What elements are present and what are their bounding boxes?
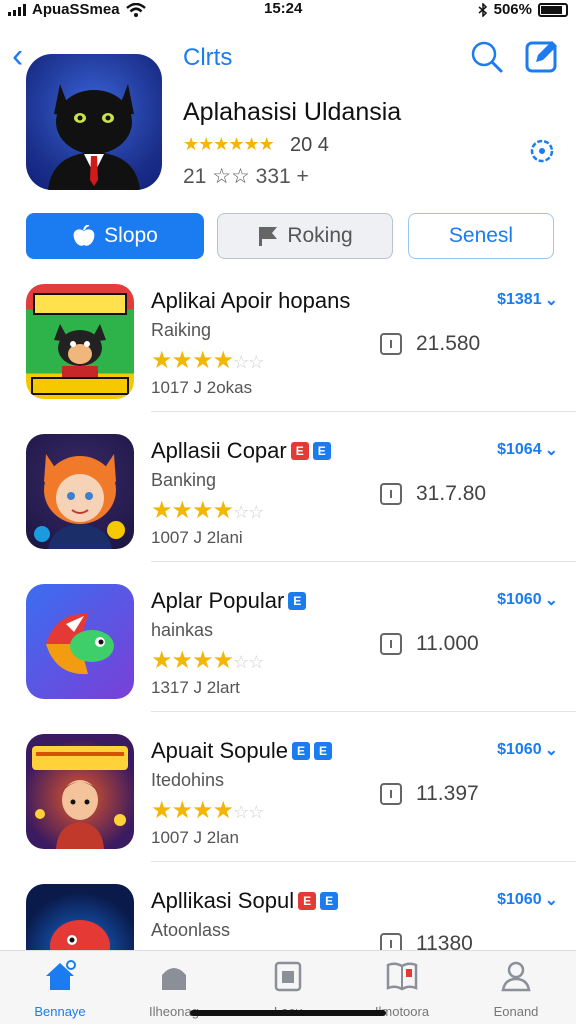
segment-label-3: Senesl [448, 224, 514, 247]
app-list-item[interactable]: Apuait Sopule E E Itedohins ★★★★☆☆ 1007 J … [0, 712, 576, 862]
download-box-icon [380, 633, 402, 655]
header-app-icon[interactable] [26, 54, 162, 190]
person-icon [501, 961, 531, 992]
app-list-item[interactable]: Apllasii Copar E E Banking ★★★★☆☆ 1007 J 2… [0, 412, 576, 562]
app-list-item[interactable]: Aplar Popular E hainkas ★★★★☆☆ 1317 J 2la… [0, 562, 576, 712]
cat-mascot-illustration [48, 84, 140, 190]
fish-logo-illustration [46, 613, 114, 675]
flag-icon [259, 227, 278, 246]
hero-character-illustration [32, 746, 128, 849]
rating-stars: ★★★★☆☆ [151, 347, 264, 374]
rating-stars: ★★★★☆☆ [151, 647, 264, 674]
chevron-down-icon: ⌄ [544, 292, 558, 309]
rating-stars: ★★★★☆☆ [151, 797, 264, 824]
download-count: 11.000 [380, 632, 479, 656]
app-category: Raiking [151, 320, 212, 340]
app-list-item[interactable]: Aplikai Apoir hopans Raiking ★★★★☆☆ 1017… [0, 262, 576, 412]
blue-badge-icon: E [314, 742, 332, 760]
status-time: 15:24 [264, 0, 303, 17]
chevron-down-icon: ⌄ [544, 442, 558, 459]
app-icon [26, 584, 134, 699]
app-name: Aplikai Apoir hopans [151, 288, 351, 313]
tab-home[interactable]: Bennaye [10, 959, 110, 1019]
segment-button-2[interactable]: Roking [217, 213, 393, 259]
app-date: 1007 J 2lan [151, 828, 239, 847]
house-icon [162, 968, 186, 990]
app-icon [26, 884, 134, 950]
gear-icon[interactable] [527, 136, 557, 166]
app-name: Apllasii Copar E E [151, 438, 331, 464]
app-category: Itedohins [151, 770, 225, 790]
header-rating-value: 20 4 [290, 134, 329, 156]
battery-icon [538, 2, 568, 17]
compose-icon[interactable] [524, 38, 560, 74]
price-dropdown[interactable]: $1064 ⌄ [497, 440, 558, 460]
tab-label: Eonand [493, 1004, 539, 1019]
segment-label-1: Slopo [104, 224, 158, 247]
app-icon [26, 734, 134, 849]
tab-label: Bennaye [34, 1004, 86, 1019]
price-dropdown[interactable]: $1060 ⌄ [497, 740, 558, 760]
blue-badge-icon: E [292, 742, 310, 760]
download-count: 31.7.80 [380, 482, 486, 506]
page-title: Clrts [183, 44, 233, 71]
download-box-icon [380, 333, 402, 355]
download-box-icon [380, 783, 402, 805]
dog-character-illustration [31, 293, 129, 395]
download-count: 11.397 [380, 782, 479, 806]
app-name: Apuait Sopule E E [151, 738, 332, 764]
blue-badge-icon: E [320, 892, 339, 910]
carrier-label: ApuaSSmea [32, 1, 120, 18]
battery-percent: 506% [493, 1, 532, 18]
status-left: ApuaSSmea [8, 1, 146, 18]
red-badge-icon: E [298, 892, 317, 910]
search-icon[interactable] [470, 40, 504, 74]
app-category: Atoonlass [151, 920, 231, 940]
segment-label-2: Roking [287, 224, 353, 247]
chevron-down-icon: ⌄ [544, 592, 558, 609]
segment-button-3[interactable]: Senesl [408, 213, 554, 259]
chevron-down-icon: ⌄ [544, 892, 558, 909]
segment-button-1[interactable]: Slopo [26, 213, 204, 259]
wifi-icon [125, 2, 146, 17]
red-badge-icon: E [290, 442, 309, 460]
blue-badge-icon: E [312, 442, 331, 460]
app-name: Apllikasi Sopul E E [151, 888, 339, 914]
app-date: 1017 J 2okas [151, 378, 253, 397]
bluetooth-icon [478, 2, 487, 17]
tab-fifth[interactable]: Eonand [466, 959, 566, 1019]
home-indicator [190, 1010, 386, 1016]
back-chevron-icon[interactable]: ‹ [12, 38, 23, 74]
home-icon [46, 960, 76, 990]
app-name: Aplar Popular E [151, 588, 307, 614]
price-dropdown[interactable]: $1060 ⌄ [497, 590, 558, 610]
app-category: Banking [151, 470, 217, 490]
price-dropdown[interactable]: $1060 ⌄ [497, 890, 558, 910]
apple-icon [73, 225, 95, 246]
blue-badge-icon: E [288, 592, 307, 610]
download-box-icon [380, 483, 402, 505]
rating-stars: ★★★★☆☆ [151, 497, 264, 524]
app-date: 1007 J 2lani [151, 528, 243, 547]
red-creature-illustration [50, 920, 110, 950]
chevron-down-icon: ⌄ [544, 742, 558, 759]
status-right: 506% [478, 1, 568, 18]
download-box-icon [380, 933, 402, 950]
girl-character-illustration [34, 454, 125, 549]
app-date: 1317 J 2lart [151, 678, 240, 697]
app-icon [26, 284, 134, 399]
app-list-item[interactable]: Apllikasi SopulEE Atoonlass ★★★★☆☆ 11380… [0, 862, 576, 950]
status-bar: ApuaSSmea 15:24 506% [0, 0, 576, 22]
header-app-name: Aplahasisi Uldansia [183, 98, 402, 126]
price-dropdown[interactable]: $1381 ⌄ [497, 290, 558, 310]
header-rating-stars: ★★★★★★ [183, 134, 275, 154]
header-meta: 21 ☆☆ 331 + [183, 165, 309, 188]
app-icon [26, 434, 134, 549]
book-icon [386, 962, 418, 991]
app-category: hainkas [151, 620, 214, 640]
signal-icon [8, 3, 26, 16]
box-icon [274, 961, 302, 992]
download-count: 11380 [380, 932, 473, 950]
download-count: 21.580 [380, 332, 480, 356]
